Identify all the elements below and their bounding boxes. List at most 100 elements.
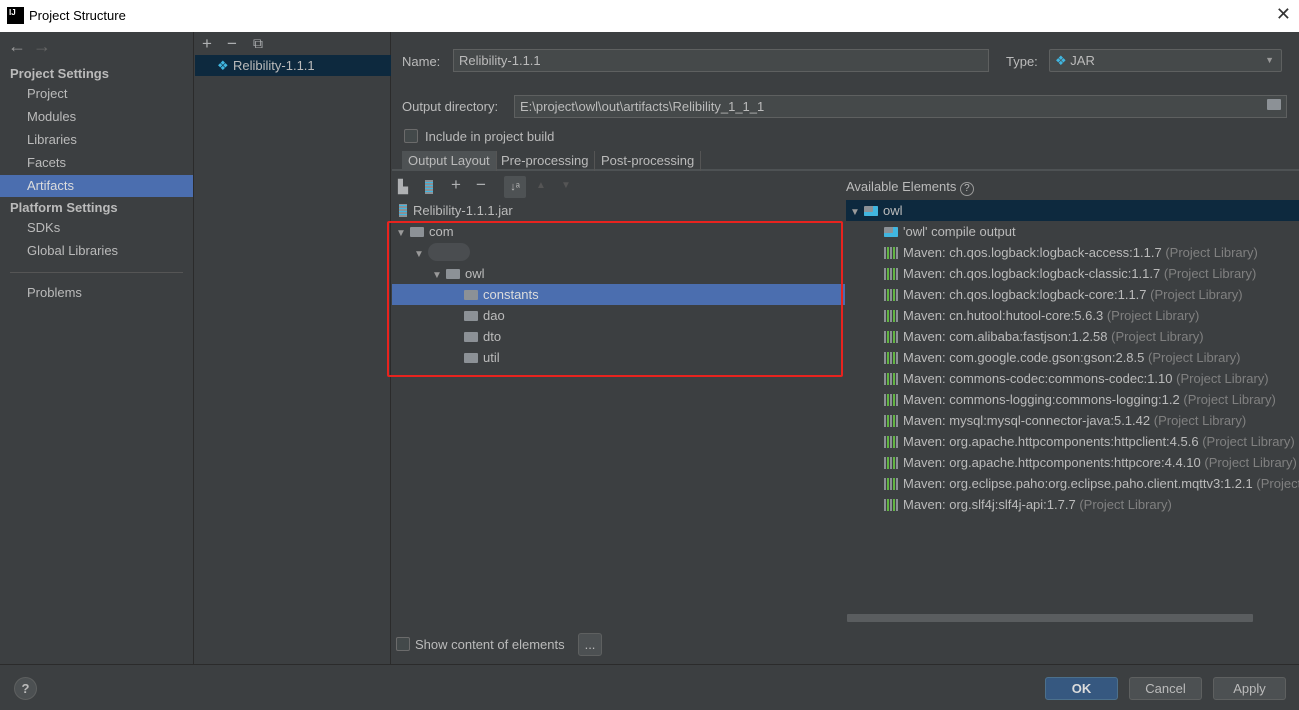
library-icon — [884, 352, 899, 364]
tree-node[interactable]: ▼ — [392, 242, 845, 263]
horizontal-scrollbar[interactable] — [847, 614, 1253, 622]
tree-node[interactable]: dao — [392, 305, 845, 326]
sidebar-item-artifacts[interactable]: Artifacts — [0, 175, 193, 197]
available-element[interactable]: Maven: cn.hutool:hutool-core:5.6.3 (Proj… — [846, 305, 1299, 326]
library-icon — [884, 499, 899, 511]
add-archive-icon[interactable] — [425, 180, 433, 194]
available-element[interactable]: Maven: mysql:mysql-connector-java:5.1.42… — [846, 410, 1299, 431]
module-output-icon — [884, 227, 898, 237]
browse-folder-icon[interactable] — [1267, 99, 1281, 110]
forward-arrow-icon[interactable]: → — [33, 36, 51, 57]
include-in-build-checkbox[interactable] — [404, 129, 418, 143]
artifact-item[interactable]: ❖ Relibility-1.1.1 — [195, 55, 391, 76]
copy-icon[interactable]: ⧉ — [253, 35, 263, 52]
available-element[interactable]: Maven: com.google.code.gson:gson:2.8.5 (… — [846, 347, 1299, 368]
tab-bar: Output Layout Pre-processing Post-proces… — [392, 151, 1299, 171]
available-element[interactable]: Maven: ch.qos.logback:logback-core:1.1.7… — [846, 284, 1299, 305]
tree-node-label: Relibility-1.1.1.jar — [413, 203, 513, 218]
show-content-checkbox[interactable] — [396, 637, 410, 651]
available-element[interactable]: Maven: com.alibaba:fastjson:1.2.58 (Proj… — [846, 326, 1299, 347]
dialog-footer: ? OK Cancel Apply — [0, 664, 1299, 710]
available-element[interactable]: Maven: org.apache.httpcomponents:httpcor… — [846, 452, 1299, 473]
available-element[interactable]: 'owl' compile output — [846, 221, 1299, 242]
module-icon — [864, 206, 878, 216]
available-element[interactable]: Maven: org.slf4j:slf4j-api:1.7.7 (Projec… — [846, 494, 1299, 515]
chevron-down-icon: ▼ — [1265, 55, 1274, 65]
tab-pre-processing[interactable]: Pre-processing — [495, 151, 596, 171]
type-select[interactable]: ❖ JAR ▼ — [1049, 49, 1282, 72]
name-label: Name: — [402, 54, 441, 69]
artifact-list-panel: + − ⧉ ❖ Relibility-1.1.1 — [195, 32, 391, 664]
back-arrow-icon[interactable]: ← — [8, 36, 26, 57]
element-name: Maven: org.apache.httpcomponents:httpcor… — [903, 455, 1201, 470]
tree-node[interactable]: ▼ com — [392, 221, 845, 242]
output-layout-tree: Relibility-1.1.1.jar ▼ com ▼ ▼ owl constants da… — [392, 200, 845, 368]
sidebar-item-facets[interactable]: Facets — [0, 152, 193, 174]
available-elements-title: Available Elements ? — [846, 179, 974, 196]
window-title: Project Structure — [29, 8, 126, 23]
expand-arrow-icon[interactable]: ▼ — [432, 265, 446, 286]
tree-node[interactable]: Relibility-1.1.1.jar — [392, 200, 845, 221]
tab-post-processing[interactable]: Post-processing — [595, 151, 702, 171]
tree-node-label: dao — [483, 308, 505, 323]
expand-arrow-icon[interactable]: ▼ — [396, 223, 410, 244]
close-icon[interactable]: ✕ — [1276, 4, 1291, 25]
sidebar-item-project[interactable]: Project — [0, 83, 193, 105]
element-name: Maven: com.google.code.gson:gson:2.8.5 — [903, 350, 1145, 365]
element-suffix: (Project Library) — [1111, 329, 1204, 344]
tree-node[interactable]: ▼ owl — [392, 263, 845, 284]
help-button[interactable]: ? — [14, 677, 37, 700]
add-copy-icon[interactable]: + — [451, 175, 461, 195]
sidebar-item-sdks[interactable]: SDKs — [0, 217, 193, 239]
library-icon — [884, 289, 899, 301]
create-directory-icon[interactable]: ▙ — [398, 179, 408, 195]
section-project-settings: Project Settings — [10, 66, 109, 81]
available-element[interactable]: Maven: commons-logging:commons-logging:1… — [846, 389, 1299, 410]
help-icon[interactable]: ? — [959, 182, 974, 196]
library-icon — [884, 457, 899, 469]
element-name: 'owl' compile output — [903, 224, 1016, 239]
tree-node[interactable]: dto — [392, 326, 845, 347]
show-content-options-button[interactable]: ... — [578, 633, 602, 656]
available-element[interactable]: Maven: org.eclipse.paho:org.eclipse.paho… — [846, 473, 1299, 494]
artifact-icon: ❖ — [217, 58, 229, 73]
ok-button[interactable]: OK — [1045, 677, 1118, 700]
expand-arrow-icon[interactable]: ▼ — [850, 202, 864, 223]
available-element[interactable]: Maven: org.apache.httpcomponents:httpcli… — [846, 431, 1299, 452]
library-icon — [884, 478, 899, 490]
cancel-button[interactable]: Cancel — [1129, 677, 1202, 700]
available-element[interactable]: Maven: ch.qos.logback:logback-classic:1.… — [846, 263, 1299, 284]
folder-icon — [464, 290, 478, 300]
add-icon[interactable]: + — [202, 34, 212, 54]
element-name: Maven: org.slf4j:slf4j-api:1.7.7 — [903, 497, 1076, 512]
remove-icon[interactable]: − — [227, 34, 237, 54]
library-icon — [884, 331, 899, 343]
library-icon — [884, 373, 899, 385]
expand-arrow-icon[interactable]: ▼ — [414, 244, 428, 265]
type-label: Type: — [1006, 54, 1038, 69]
move-down-icon[interactable]: ▼ — [561, 180, 571, 191]
sidebar-item-modules[interactable]: Modules — [0, 106, 193, 128]
sort-alphabetically-icon[interactable]: ↓ᵃ — [504, 176, 526, 198]
available-root-owl[interactable]: ▼ owl — [846, 200, 1299, 221]
sidebar-item-libraries[interactable]: Libraries — [0, 129, 193, 151]
apply-button[interactable]: Apply — [1213, 677, 1286, 700]
tree-node[interactable]: constants — [392, 284, 845, 305]
library-icon — [884, 436, 899, 448]
sidebar-item-global-libraries[interactable]: Global Libraries — [0, 240, 193, 262]
tree-node[interactable]: util — [392, 347, 845, 368]
move-up-icon[interactable]: ▲ — [536, 180, 546, 191]
available-element[interactable]: Maven: ch.qos.logback:logback-access:1.1… — [846, 242, 1299, 263]
element-name: Maven: cn.hutool:hutool-core:5.6.3 — [903, 308, 1104, 323]
tree-node-label: util — [483, 350, 500, 365]
element-suffix: (Project — [1256, 476, 1299, 491]
tree-node-label: owl — [465, 266, 485, 281]
output-directory-input[interactable]: E:\project\owl\out\artifacts\Relibility_… — [514, 95, 1287, 118]
tab-output-layout[interactable]: Output Layout — [402, 151, 497, 171]
remove-element-icon[interactable]: − — [476, 175, 486, 195]
settings-sidebar: ← → Project Settings Project Modules Libra… — [0, 32, 194, 664]
name-input[interactable]: Relibility-1.1.1 — [453, 49, 989, 72]
element-name: Maven: ch.qos.logback:logback-classic:1.… — [903, 266, 1161, 281]
sidebar-item-problems[interactable]: Problems — [0, 282, 193, 304]
available-element[interactable]: Maven: commons-codec:commons-codec:1.10 … — [846, 368, 1299, 389]
